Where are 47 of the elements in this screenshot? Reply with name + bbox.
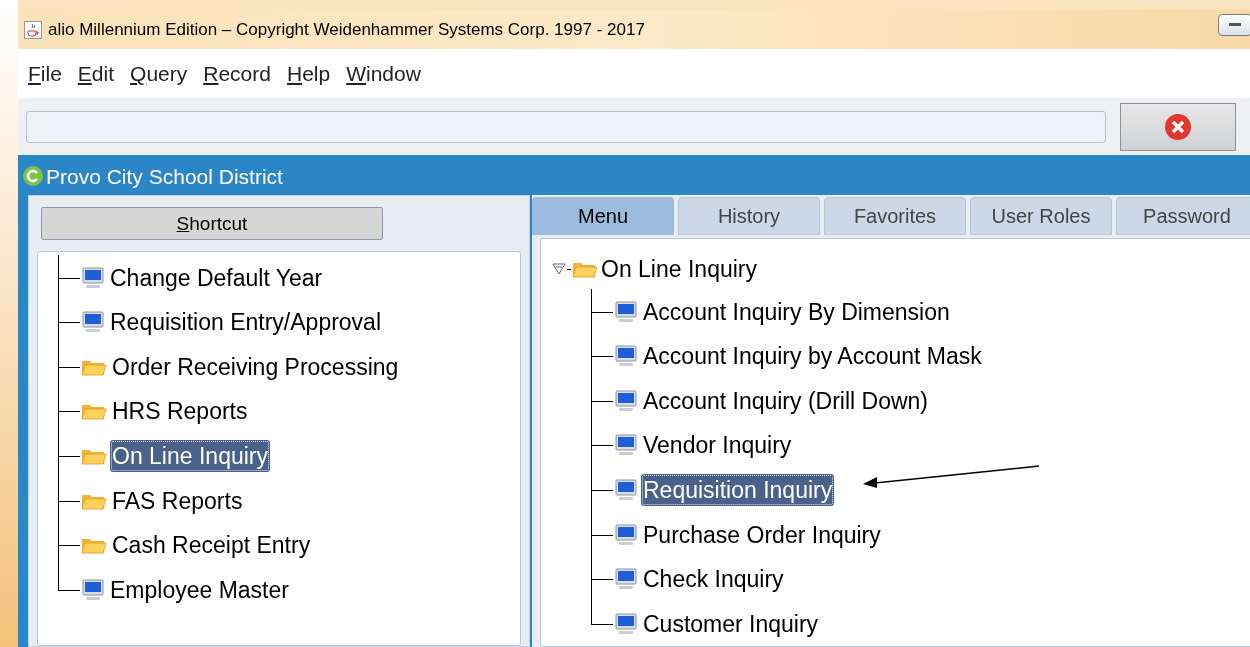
- app-logo-icon: [22, 165, 44, 188]
- monitor-icon: [613, 299, 639, 324]
- tree-item[interactable]: Vendor Inquiry: [641, 429, 794, 462]
- tree-item[interactable]: Change Default Year: [108, 261, 325, 294]
- menu-item[interactable]: Record: [203, 58, 271, 90]
- tab[interactable]: User Roles: [970, 197, 1112, 236]
- menu-item[interactable]: Query: [130, 58, 188, 90]
- minimize-button[interactable]: [1218, 13, 1250, 36]
- menu-item[interactable]: Help: [286, 58, 331, 90]
- tree-item[interactable]: FAS Reports: [110, 484, 245, 517]
- tab[interactable]: History: [678, 197, 820, 236]
- tree-item[interactable]: Check Inquiry: [641, 563, 786, 596]
- tree-item[interactable]: On Line Inquiry: [110, 439, 270, 472]
- tree-item[interactable]: Account Inquiry By Dimension: [641, 295, 952, 328]
- monitor-icon: [80, 310, 106, 335]
- menu-item[interactable]: File: [28, 58, 62, 90]
- monitor-icon: [613, 611, 639, 636]
- tree-item[interactable]: Order Receiving Processing: [110, 350, 401, 383]
- monitor-icon: [613, 388, 639, 413]
- frame-title: Provo City School District: [46, 163, 283, 190]
- tree-item[interactable]: On Line Inquiry: [601, 252, 757, 287]
- monitor-icon: [613, 567, 639, 592]
- monitor-icon: [613, 477, 639, 502]
- menu-item[interactable]: Window: [346, 58, 421, 90]
- window-title: alio Millennium Edition – Copyright Weidenhammer Systems Corp. 1997 - 2017: [48, 18, 645, 41]
- close-icon: [1163, 111, 1193, 142]
- tab[interactable]: Menu: [532, 197, 674, 236]
- tree-item[interactable]: Account Inquiry (Drill Down): [641, 384, 931, 417]
- tree-item[interactable]: Requisition Entry/Approval: [108, 306, 384, 339]
- tree-item[interactable]: Requisition Inquiry: [641, 473, 835, 506]
- close-button[interactable]: [1120, 102, 1236, 151]
- tree-item[interactable]: Cash Receipt Entry: [110, 529, 313, 562]
- shortcut-button[interactable]: Shortcut: [41, 207, 383, 241]
- tree-item[interactable]: Customer Inquiry: [641, 607, 821, 640]
- tree-item[interactable]: Account Inquiry by Account Mask: [641, 340, 984, 373]
- tree-item[interactable]: Employee Master: [108, 573, 291, 606]
- monitor-icon: [613, 433, 639, 458]
- java-cup-icon: [24, 20, 42, 39]
- menu-item[interactable]: Edit: [77, 58, 115, 90]
- monitor-icon: [80, 577, 106, 602]
- monitor-icon: [80, 265, 106, 290]
- tree-item[interactable]: HRS Reports: [110, 395, 250, 428]
- tab[interactable]: Favorites: [824, 197, 966, 236]
- tab[interactable]: Password: [1116, 197, 1250, 236]
- monitor-icon: [613, 522, 639, 547]
- tree-item[interactable]: Purchase Order Inquiry: [641, 518, 883, 551]
- monitor-icon: [613, 344, 639, 369]
